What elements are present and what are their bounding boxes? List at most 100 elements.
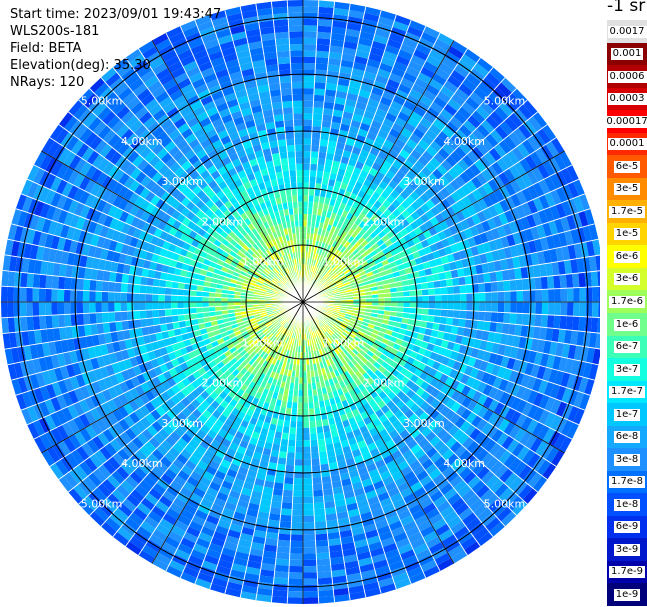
data-cell xyxy=(294,459,303,466)
data-cell xyxy=(314,521,327,529)
data-cell xyxy=(547,314,555,329)
data-cell xyxy=(276,552,290,560)
data-cell xyxy=(311,138,321,146)
data-cell xyxy=(277,539,291,547)
data-cell xyxy=(76,278,84,291)
data-cell xyxy=(303,597,319,604)
data-cell xyxy=(303,144,312,152)
data-cell xyxy=(158,286,166,295)
data-cell xyxy=(279,444,288,453)
data-cell xyxy=(312,483,323,491)
data-cell xyxy=(445,278,454,287)
data-cell xyxy=(51,302,58,316)
data-cell xyxy=(428,308,435,316)
data-cell xyxy=(447,294,454,302)
data-cell xyxy=(497,291,505,302)
data-cell xyxy=(504,302,511,313)
data-cell xyxy=(322,482,333,490)
data-cell xyxy=(32,315,41,331)
data-cell xyxy=(509,279,517,292)
data-cell xyxy=(280,508,293,516)
data-cell xyxy=(310,445,319,453)
data-cell xyxy=(303,452,312,460)
data-cell xyxy=(397,302,404,308)
data-cell xyxy=(315,57,329,65)
data-cell xyxy=(559,274,567,289)
data-cell xyxy=(290,534,303,542)
data-cell xyxy=(64,277,72,290)
data-cell xyxy=(303,572,318,579)
data-cell xyxy=(459,310,467,320)
data-cell xyxy=(89,290,96,302)
data-cell xyxy=(303,402,309,409)
data-cell xyxy=(140,318,148,328)
data-cell xyxy=(491,291,498,302)
data-cell xyxy=(503,312,511,324)
data-cell xyxy=(510,302,517,314)
data-cell xyxy=(58,276,66,290)
data-cell xyxy=(291,521,303,529)
data-cell xyxy=(534,314,542,327)
data-cell xyxy=(152,278,161,287)
data-cell xyxy=(95,291,102,302)
data-cell xyxy=(89,279,97,292)
data-cell xyxy=(39,315,47,330)
data-cell xyxy=(317,13,334,21)
data-cell xyxy=(303,446,311,453)
data-cell xyxy=(504,291,511,302)
data-cell xyxy=(274,476,285,484)
data-cell xyxy=(317,25,332,33)
data-cell xyxy=(63,302,71,315)
data-cell xyxy=(303,584,319,592)
data-cell xyxy=(287,445,296,453)
data-cell xyxy=(478,292,486,302)
data-cell xyxy=(26,316,34,331)
data-cell xyxy=(7,271,16,287)
data-cell xyxy=(303,515,315,523)
data-cell xyxy=(288,572,303,579)
data-cell xyxy=(196,296,203,302)
data-cell xyxy=(19,302,27,317)
data-cell xyxy=(309,176,317,184)
data-cell xyxy=(318,589,334,598)
data-cell xyxy=(289,420,297,428)
data-cell xyxy=(573,287,580,302)
data-cell xyxy=(26,287,33,302)
data-cell xyxy=(522,313,530,326)
data-cell xyxy=(490,311,498,323)
data-cell xyxy=(171,308,178,316)
data-cell xyxy=(26,273,34,288)
data-cell xyxy=(391,297,398,302)
data-cell xyxy=(276,463,286,471)
data-cell xyxy=(490,281,498,293)
data-cell xyxy=(484,311,492,322)
data-cell xyxy=(592,286,599,302)
data-cell xyxy=(566,287,574,302)
data-cell xyxy=(51,288,58,302)
data-cell xyxy=(303,427,310,435)
data-cell xyxy=(139,302,146,311)
data-cell xyxy=(292,503,303,510)
data-cell xyxy=(584,271,592,288)
data-cell xyxy=(303,37,317,45)
data-cell xyxy=(321,120,332,128)
data-cell xyxy=(297,408,303,416)
data-cell xyxy=(108,291,115,302)
data-cell xyxy=(313,100,324,108)
data-cell xyxy=(293,484,303,491)
data-cell xyxy=(139,310,147,320)
data-cell xyxy=(303,565,318,573)
data-cell xyxy=(101,302,109,313)
data-cell xyxy=(1,286,8,302)
data-cell xyxy=(445,317,454,326)
data-cell xyxy=(274,571,289,579)
data-cell xyxy=(295,446,303,453)
data-cell xyxy=(540,276,548,290)
data-cell xyxy=(57,289,65,302)
data-cell xyxy=(89,312,97,325)
data-cell xyxy=(460,302,467,311)
data-cell xyxy=(273,482,284,490)
data-cell xyxy=(272,583,289,591)
data-cell xyxy=(315,63,328,71)
data-cell xyxy=(152,309,160,318)
